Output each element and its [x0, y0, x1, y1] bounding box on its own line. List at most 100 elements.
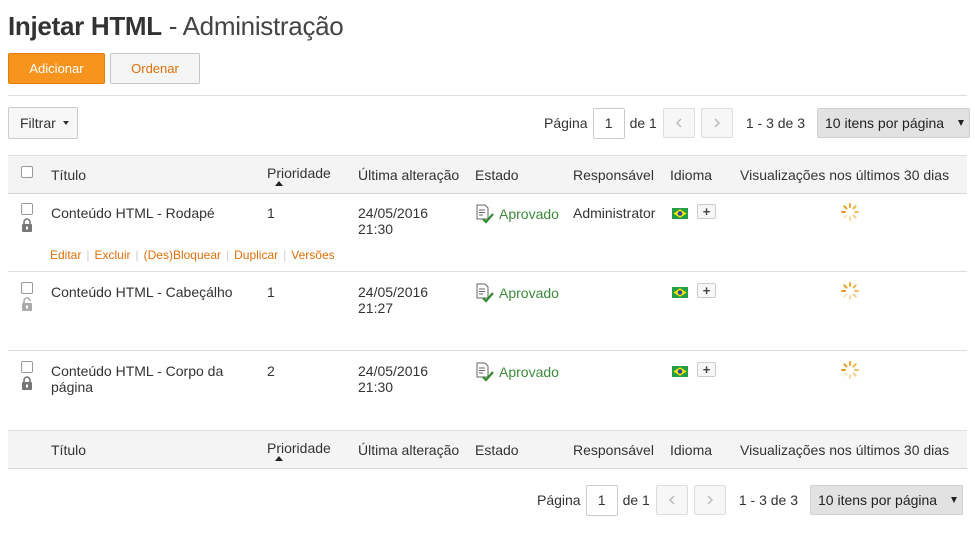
row-responsible: Administrator	[573, 205, 656, 221]
pager-top: Página de 1 1 - 3 de 3 10 itens por pági…	[544, 107, 970, 139]
row-title-line2: página	[51, 379, 94, 395]
brazil-flag-icon[interactable]	[672, 208, 688, 219]
row-last-change: 24/05/2016 21:30	[358, 363, 428, 395]
pager-page-label: Página	[544, 115, 588, 131]
row-date: 24/05/2016	[358, 205, 429, 221]
row-date: 24/05/2016	[358, 363, 429, 379]
add-translation-button[interactable]: +	[697, 204, 716, 219]
column-header-last-change[interactable]: Última alteração	[358, 442, 459, 458]
chevron-right-icon	[714, 118, 720, 128]
loading-spinner-icon	[841, 282, 859, 300]
row-last-change: 24/05/2016 21:30	[358, 205, 428, 237]
previous-page-button[interactable]	[662, 108, 695, 138]
filter-dropdown-button[interactable]: Filtrar	[8, 107, 78, 139]
column-header-views: Visualizações nos últimos 30 dias	[740, 167, 950, 183]
pager-bottom: Página de 1 1 - 3 de 3 10 itens por pági…	[537, 484, 963, 516]
table-header: Título Prioridade Última alteração Estad…	[8, 155, 967, 194]
edit-link[interactable]: Editar	[50, 248, 81, 262]
table-row: Conteúdo HTML - Corpo da página 2 24/05/…	[8, 352, 967, 430]
pager-range: 1 - 3 de 3	[745, 115, 805, 131]
pager-total-pages: de 1	[629, 115, 657, 131]
row-state-label: Aprovado	[499, 206, 559, 222]
items-per-page-value: 10 itens por página	[825, 115, 945, 131]
column-header-title[interactable]: Título	[51, 167, 86, 183]
row-checkbox[interactable]	[21, 203, 33, 215]
column-header-language: Idioma	[670, 167, 713, 183]
row-state: Aprovado	[475, 283, 559, 303]
row-last-change: 24/05/2016 21:27	[358, 284, 428, 316]
row-time: 21:27	[358, 300, 394, 316]
column-header-title[interactable]: Título	[51, 442, 86, 458]
lock-icon[interactable]	[21, 376, 33, 390]
row-checkbox[interactable]	[21, 282, 33, 294]
row-priority: 1	[267, 205, 275, 221]
row-title-line1: Conteúdo HTML - Corpo da	[51, 363, 224, 379]
lock-icon[interactable]	[21, 218, 33, 232]
page-title: Injetar HTML - Administração	[8, 11, 344, 42]
table-row: Conteúdo HTML - Rodapé 1 24/05/2016 21:3…	[8, 194, 967, 272]
row-title[interactable]: Conteúdo HTML - Cabeçálho	[51, 284, 233, 300]
filter-label: Filtrar	[20, 115, 56, 131]
previous-page-button[interactable]	[655, 485, 688, 515]
unlock-icon[interactable]	[21, 297, 33, 311]
column-header-priority[interactable]: Prioridade	[267, 165, 331, 181]
row-title[interactable]: Conteúdo HTML - Corpo da página	[51, 363, 223, 395]
duplicate-link[interactable]: Duplicar	[234, 248, 278, 262]
row-actions: Editar | Excluir | (Des)Bloquear | Duplicar…	[50, 248, 335, 262]
loading-spinner-icon	[841, 361, 859, 379]
column-header-responsible[interactable]: Responsável	[573, 442, 654, 458]
pager-total-pages: de 1	[622, 492, 650, 508]
sort-ascending-icon	[275, 456, 283, 461]
versions-link[interactable]: Versões	[291, 248, 334, 262]
header-divider	[8, 95, 967, 96]
chevron-left-icon	[675, 118, 682, 128]
column-header-responsible[interactable]: Responsável	[573, 167, 654, 183]
pager-page-label: Página	[537, 492, 581, 508]
row-state: Aprovado	[475, 204, 559, 224]
page-title-section: - Administração	[161, 11, 344, 41]
caret-down-icon	[62, 121, 69, 125]
approved-document-icon	[476, 362, 494, 382]
row-checkbox[interactable]	[21, 361, 33, 373]
brazil-flag-icon[interactable]	[672, 366, 688, 377]
approved-document-icon	[476, 283, 494, 303]
column-header-state[interactable]: Estado	[475, 442, 519, 458]
approved-document-icon	[476, 204, 494, 224]
table-row: Conteúdo HTML - Cabeçálho 1 24/05/2016 2…	[8, 273, 967, 351]
page-number-input[interactable]	[592, 107, 625, 139]
add-translation-button[interactable]: +	[697, 283, 716, 298]
next-page-button[interactable]	[693, 485, 726, 515]
column-header-language: Idioma	[670, 442, 713, 458]
items-per-page-value: 10 itens por página	[818, 492, 938, 508]
chevron-right-icon	[707, 495, 713, 505]
delete-link[interactable]: Excluir	[94, 248, 130, 262]
items-per-page-select[interactable]: 10 itens por página	[810, 485, 963, 515]
table-footer-header: Título Prioridade Última alteração Estad…	[8, 430, 967, 469]
next-page-button[interactable]	[700, 108, 733, 138]
row-time: 21:30	[358, 221, 394, 237]
page-title-module: Injetar HTML	[8, 11, 162, 41]
select-all-checkbox[interactable]	[21, 166, 33, 178]
dropdown-arrow-icon	[951, 497, 957, 503]
items-per-page-select[interactable]: 10 itens por página	[817, 108, 970, 138]
row-priority: 1	[267, 284, 275, 300]
column-header-priority[interactable]: Prioridade	[267, 440, 331, 456]
row-time: 21:30	[358, 379, 394, 395]
order-button[interactable]: Ordenar	[110, 53, 200, 84]
page-number-input[interactable]	[585, 484, 618, 516]
dropdown-arrow-icon	[958, 120, 964, 126]
row-date: 24/05/2016	[358, 284, 429, 300]
column-header-views: Visualizações nos últimos 30 dias	[740, 442, 950, 458]
row-priority: 2	[267, 363, 275, 379]
chevron-left-icon	[668, 495, 675, 505]
brazil-flag-icon[interactable]	[672, 287, 688, 298]
pager-range: 1 - 3 de 3	[738, 492, 798, 508]
column-header-last-change[interactable]: Última alteração	[358, 167, 459, 183]
row-title[interactable]: Conteúdo HTML - Rodapé	[51, 205, 215, 221]
row-state-label: Aprovado	[499, 364, 559, 380]
lock-toggle-link[interactable]: (Des)Bloquear	[144, 248, 221, 262]
sort-ascending-icon	[275, 181, 283, 186]
add-button[interactable]: Adicionar	[8, 53, 105, 84]
column-header-state[interactable]: Estado	[475, 167, 519, 183]
add-translation-button[interactable]: +	[697, 362, 716, 377]
